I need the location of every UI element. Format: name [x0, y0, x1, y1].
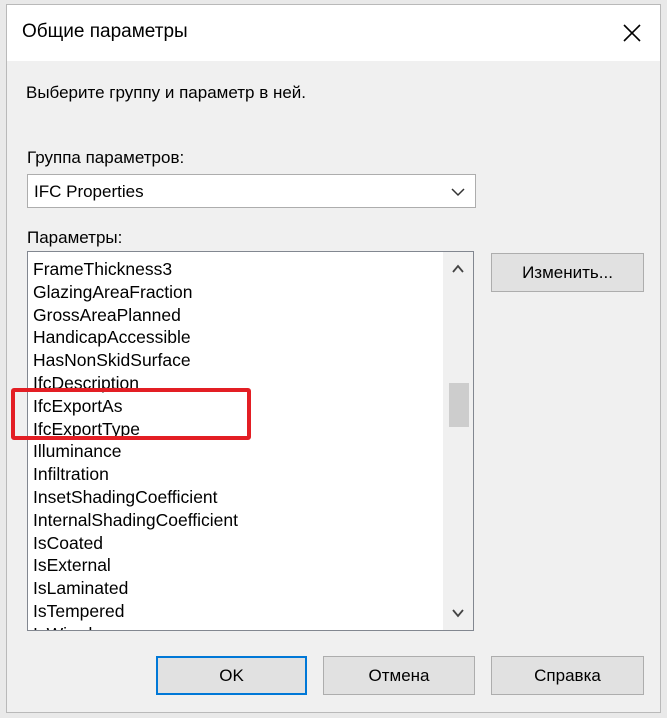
list-item[interactable]: GlazingAreaFraction	[33, 281, 238, 304]
list-item[interactable]: Illuminance	[33, 440, 238, 463]
list-item[interactable]: HasNonSkidSurface	[33, 349, 238, 372]
scroll-down-button[interactable]	[443, 598, 473, 628]
change-button[interactable]: Изменить...	[491, 253, 644, 292]
scroll-thumb[interactable]	[449, 383, 469, 427]
chevron-down-icon	[451, 188, 465, 197]
help-button[interactable]: Справка	[491, 656, 644, 695]
params-listbox[interactable]: FrameThickness3 GlazingAreaFraction Gros…	[27, 251, 474, 631]
dialog-window: Общие параметры Выберите группу и параме…	[6, 4, 661, 713]
list-item[interactable]: FrameThickness3	[33, 258, 238, 281]
ok-button[interactable]: OK	[156, 656, 307, 695]
list-item[interactable]: IsLaminated	[33, 577, 238, 600]
list-item[interactable]: InsetShadingCoefficient	[33, 486, 238, 509]
group-select[interactable]: IFC Properties	[27, 174, 476, 208]
chevron-up-icon	[452, 264, 464, 273]
list-item[interactable]: IsWired	[33, 623, 238, 630]
close-button[interactable]	[610, 11, 654, 55]
title-bar: Общие параметры	[7, 5, 660, 61]
list-item[interactable]: IsTempered	[33, 600, 238, 623]
close-icon	[623, 24, 641, 42]
dialog-title: Общие параметры	[22, 21, 188, 42]
params-label: Параметры:	[27, 228, 123, 247]
list-item[interactable]: HandicapAccessible	[33, 326, 238, 349]
scroll-up-button[interactable]	[443, 254, 473, 284]
instruction-text: Выберите группу и параметр в ней.	[26, 83, 307, 102]
list-item[interactable]: InternalShadingCoefficient	[33, 509, 238, 532]
highlight-annotation	[11, 388, 251, 440]
list-item[interactable]: IsExternal	[33, 554, 238, 577]
vertical-scrollbar[interactable]	[443, 252, 473, 630]
group-label: Группа параметров:	[27, 148, 185, 167]
cancel-button[interactable]: Отмена	[323, 656, 475, 695]
group-select-value: IFC Properties	[34, 182, 144, 201]
list-item[interactable]: Infiltration	[33, 463, 238, 486]
params-list: FrameThickness3 GlazingAreaFraction Gros…	[33, 258, 238, 630]
list-item[interactable]: IsCoated	[33, 532, 238, 555]
list-item[interactable]: GrossAreaPlanned	[33, 304, 238, 327]
chevron-down-icon	[452, 609, 464, 618]
